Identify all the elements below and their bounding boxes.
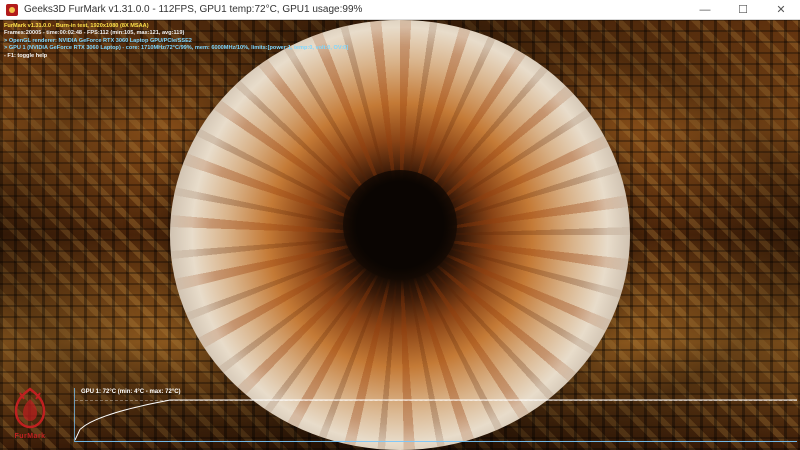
fur-donut-center bbox=[343, 170, 457, 280]
furmark-logo-text: FurMark bbox=[14, 433, 46, 440]
overlay-frames-line: Frames:20005 - time:00:02:48 - FPS:112 (… bbox=[4, 30, 185, 37]
title-bar[interactable]: Geeks3D FurMark v1.31.0.0 - 112FPS, GPU1… bbox=[0, 0, 800, 20]
furmark-window: Geeks3D FurMark v1.31.0.0 - 112FPS, GPU1… bbox=[0, 0, 800, 450]
minimize-button[interactable]: — bbox=[686, 0, 724, 19]
temperature-graph: GPU 1: 72°C (min: 4°C - max: 72°C) bbox=[74, 388, 797, 442]
overlay-renderer-line: > OpenGL renderer: NVIDIA GeForce RTX 30… bbox=[4, 37, 192, 44]
furmark-app-icon bbox=[6, 3, 18, 16]
furmark-logo: FurMark bbox=[8, 385, 52, 445]
furmark-logo-icon bbox=[14, 387, 46, 429]
stats-overlay: FurMark v1.31.0.0 - Burn-in test, 1920x1… bbox=[4, 23, 348, 60]
overlay-version-line: FurMark v1.31.0.0 - Burn-in test, 1920x1… bbox=[4, 23, 149, 29]
window-title: Geeks3D FurMark v1.31.0.0 - 112FPS, GPU1… bbox=[24, 4, 363, 15]
overlay-gpu-line: > GPU 1 (NVIDIA GeForce RTX 3060 Laptop)… bbox=[4, 45, 349, 52]
maximize-button[interactable]: ☐ bbox=[724, 0, 762, 19]
overlay-help-line: - F1: toggle help bbox=[4, 52, 48, 59]
temperature-graph-curve bbox=[75, 399, 797, 441]
close-button[interactable]: ✕ bbox=[762, 0, 800, 19]
window-controls: — ☐ ✕ bbox=[686, 0, 800, 19]
